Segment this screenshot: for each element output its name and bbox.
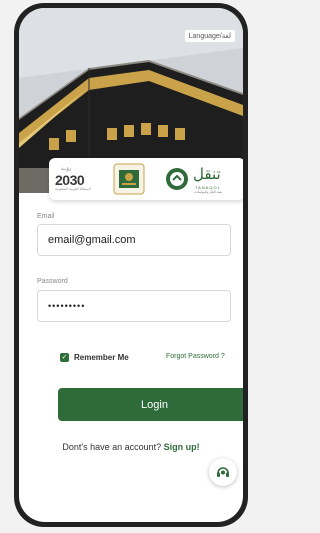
password-field[interactable]: ••••••••• [37, 290, 231, 322]
government-crest-icon [113, 163, 145, 195]
remember-me-label: Remember Me [74, 353, 129, 362]
signup-prefix: Dont's have an account? [62, 442, 164, 452]
email-field[interactable]: email@gmail.com [37, 224, 231, 256]
tanaqol-logo-icon [166, 168, 188, 190]
password-label: Password [37, 278, 68, 285]
vision-logo-subtitle: المملكة العربية السعودية [55, 187, 91, 191]
brand-arabic-name: تنقل [193, 165, 221, 183]
phone-frame: Language/لغة رؤيـة 2030 المملكة العربية … [14, 3, 248, 527]
signup-prompt: Dont's have an account? Sign up! [19, 442, 243, 452]
brand-subtitle: هيئة النقل والمواصلات [194, 190, 222, 194]
signup-link[interactable]: Sign up! [164, 442, 200, 452]
support-chat-button[interactable] [209, 458, 237, 486]
check-icon: ✓ [60, 353, 69, 362]
login-screen: Language/لغة رؤيـة 2030 المملكة العربية … [19, 8, 243, 522]
forgot-password-link[interactable]: Forgot Password ? [166, 353, 225, 360]
partner-logos: رؤيـة 2030 المملكة العربية السعودية تنقل… [49, 158, 243, 200]
headset-icon [217, 467, 229, 477]
remember-me-checkbox[interactable]: ✓ Remember Me [60, 353, 129, 362]
vision-logo-number: 2030 [55, 172, 85, 188]
email-label: Email [37, 213, 55, 220]
vision-2030-logo: رؤيـة 2030 المملكة العربية السعودية [55, 166, 105, 192]
login-button[interactable]: Login [58, 388, 243, 421]
language-toggle-button[interactable]: Language/لغة [184, 30, 235, 42]
